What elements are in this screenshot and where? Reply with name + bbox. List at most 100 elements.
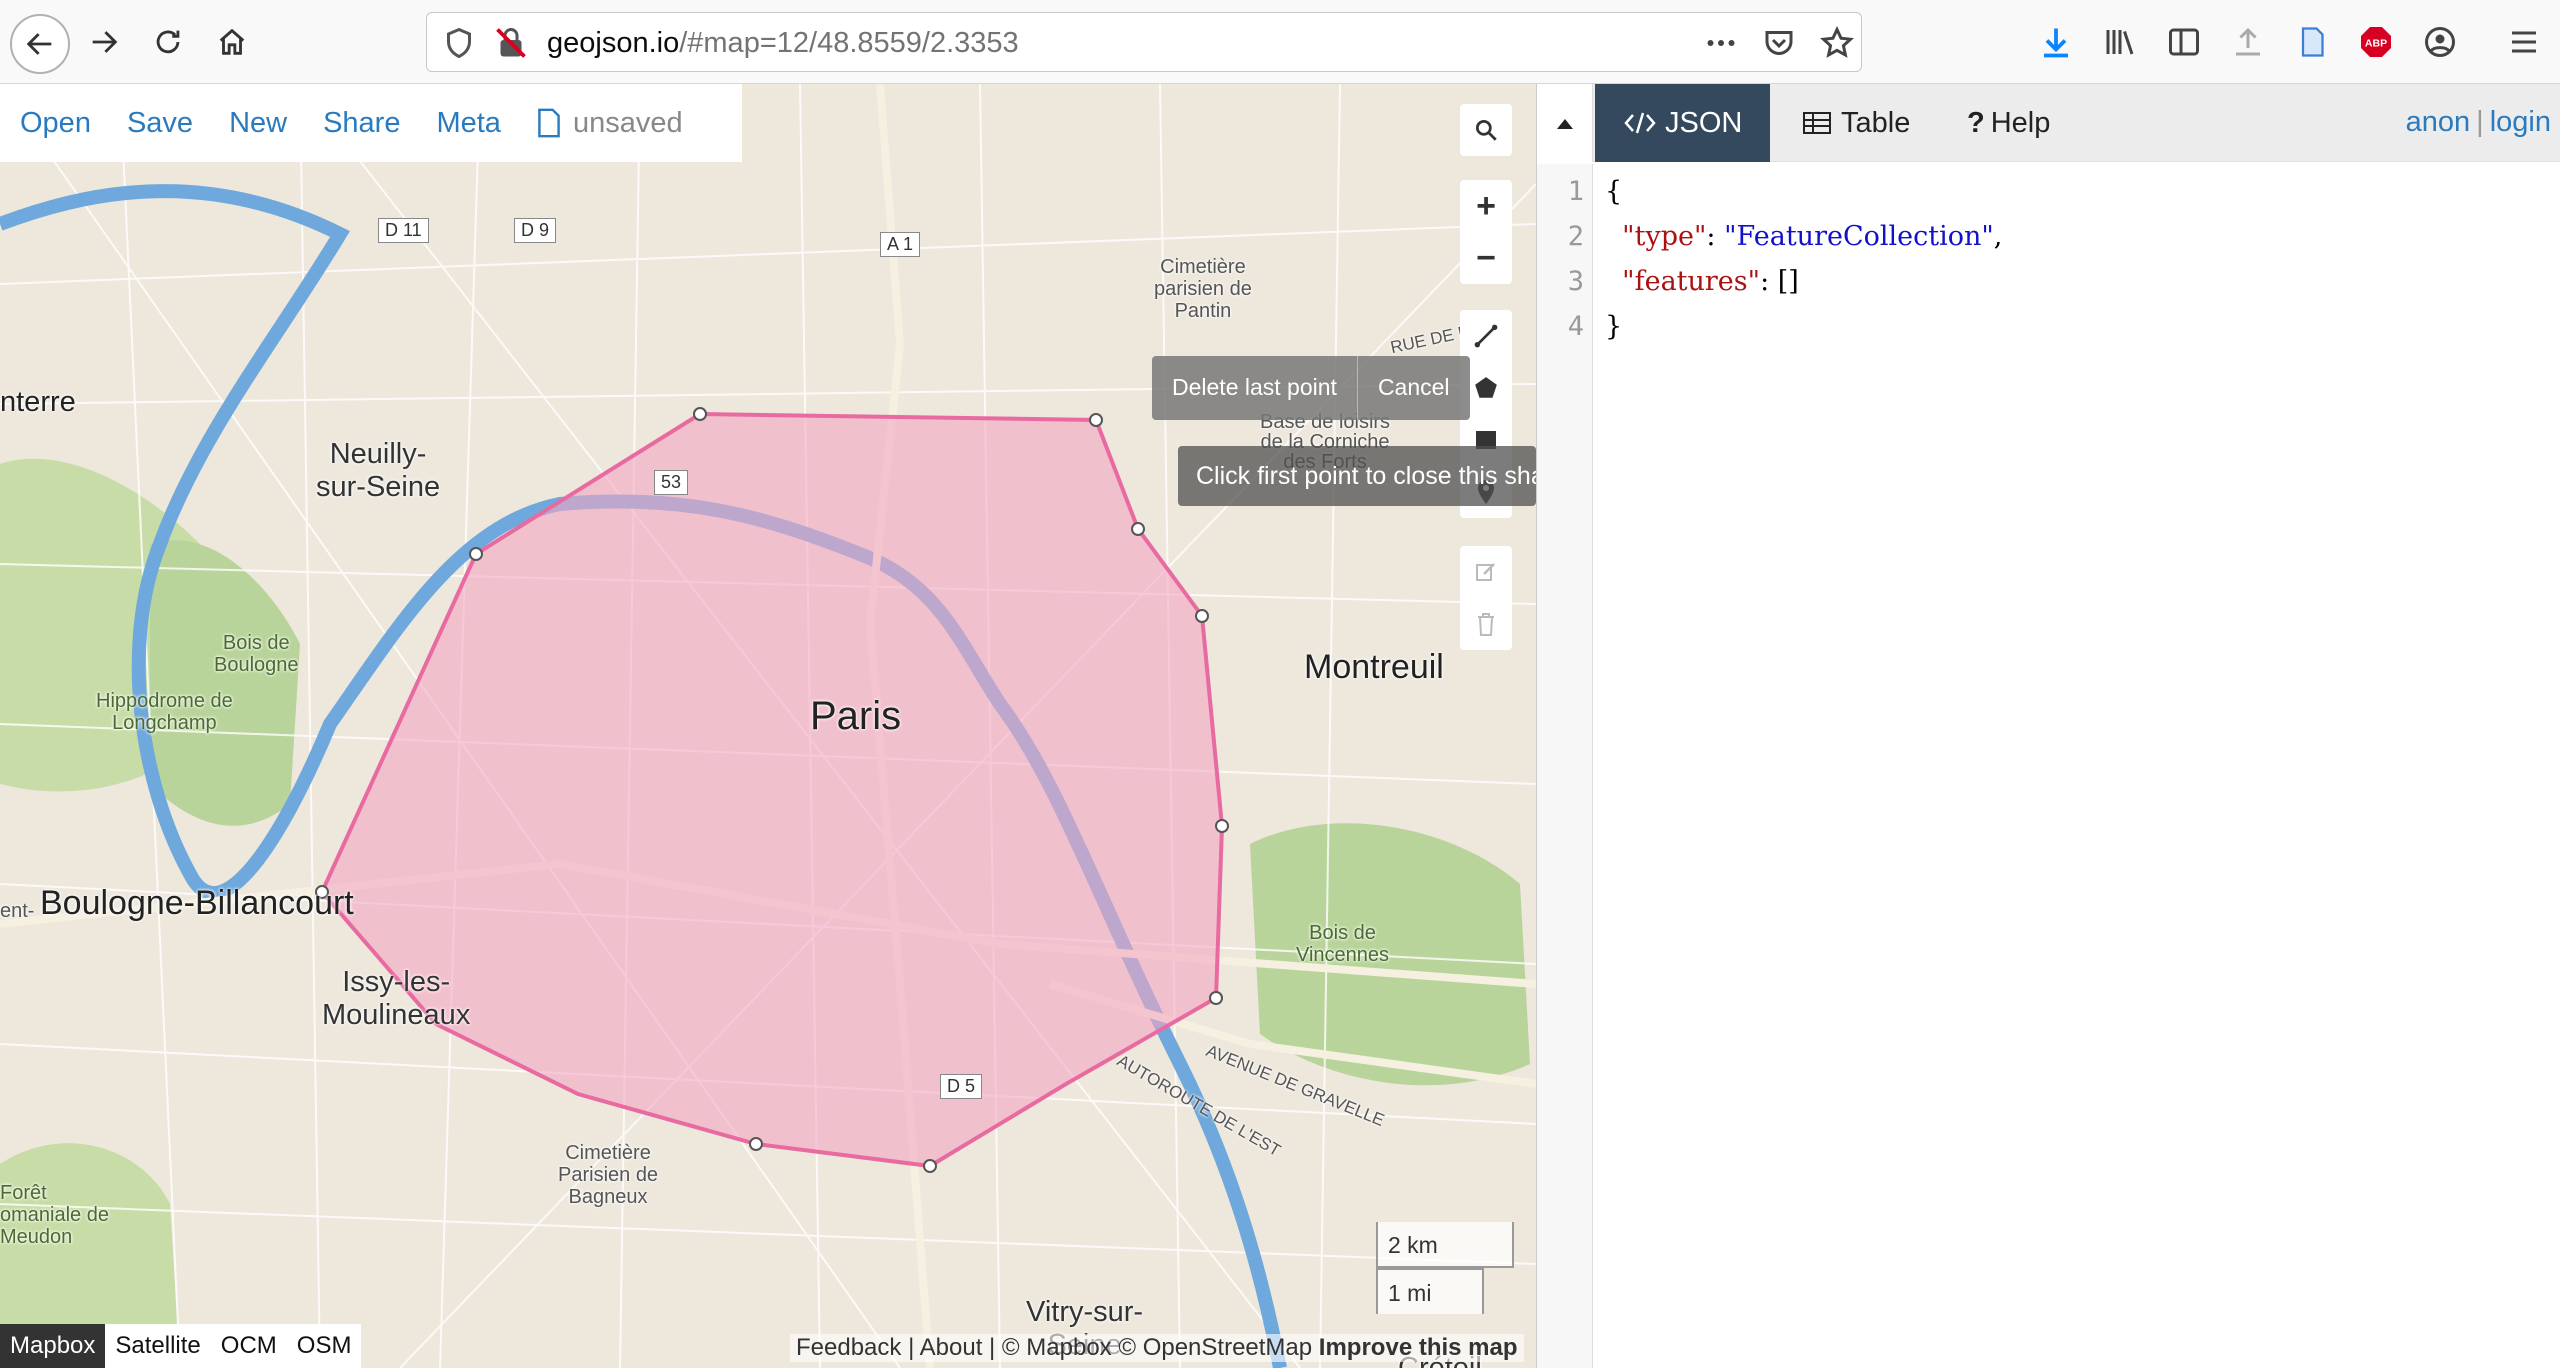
tab-json[interactable]: JSON <box>1595 84 1771 162</box>
library-icon[interactable] <box>2100 22 2140 62</box>
link-separator: | <box>2476 106 2484 138</box>
road-shield: A 1 <box>880 232 921 257</box>
save-button[interactable]: Save <box>127 107 193 140</box>
delete-last-point-button[interactable]: Delete last point <box>1152 356 1358 420</box>
map-label-nanterre: nterre <box>0 386 76 418</box>
user-links: anon | login <box>2406 106 2551 139</box>
login-link[interactable]: login <box>2490 106 2551 138</box>
map-label-boulogne: Boulogne-Billancourt <box>40 884 354 922</box>
map-label-paris: Paris <box>810 694 902 738</box>
cancel-drawing-button[interactable]: Cancel <box>1358 356 1470 420</box>
line-number: 1 <box>1567 176 1584 207</box>
upload-icon[interactable] <box>2228 22 2268 62</box>
road-shield: D 5 <box>940 1074 983 1099</box>
json-editor[interactable]: 1 2 3 4 { "type": "FeatureCollection", "… <box>1537 164 2560 1368</box>
download-icon[interactable] <box>2036 22 2076 62</box>
map-view[interactable]: Paris Montreuil Boulogne-Billancourt nte… <box>0 84 1536 1368</box>
url-text[interactable]: geojson.io/#map=12/48.8559/2.3353 <box>547 27 1019 60</box>
reload-button[interactable] <box>140 14 196 70</box>
comma: , <box>1993 221 2003 252</box>
adblock-icon[interactable]: ABP <box>2356 22 2396 62</box>
tab-help[interactable]: ? Help <box>1939 84 2078 162</box>
account-icon[interactable] <box>2420 22 2460 62</box>
road-shield: D 11 <box>378 218 429 243</box>
map-label-cimetiere-bagneux: Cimetière Parisien de Bagneux <box>558 1142 659 1208</box>
draw-line-button[interactable] <box>1460 310 1512 362</box>
home-button[interactable] <box>204 14 260 70</box>
tab-help-label: Help <box>1990 106 2051 139</box>
new-button[interactable]: New <box>229 107 287 140</box>
code-line-2: "type": "FeatureCollection", <box>1605 221 2002 252</box>
scale-mi: 1 mi <box>1376 1268 1484 1314</box>
forward-button[interactable] <box>76 14 132 70</box>
polygon-icon <box>1475 377 1497 398</box>
file-icon <box>537 108 561 138</box>
layer-ocm[interactable]: OCM <box>211 1324 287 1368</box>
collapse-pane-button[interactable] <box>1537 84 1593 162</box>
map-attribution[interactable]: Feedback | About | © Mapbox © OpenStreet… <box>790 1334 1524 1362</box>
unsaved-status: unsaved <box>572 106 683 139</box>
layer-satellite[interactable]: Satellite <box>105 1324 210 1368</box>
svg-text:ABP: ABP <box>2365 38 2387 50</box>
code-line-3: "features": [] <box>1605 266 1799 297</box>
back-button[interactable] <box>10 14 70 74</box>
home-icon <box>219 28 245 55</box>
share-button[interactable]: Share <box>323 107 400 140</box>
sidebar-icon[interactable] <box>2164 22 2204 62</box>
anon-user-link[interactable]: anon <box>2406 106 2471 138</box>
delete-layers-button[interactable] <box>1460 598 1512 650</box>
table-icon <box>1803 112 1831 134</box>
edit-toolbar <box>1460 546 1512 650</box>
caret-up-icon <box>1556 119 1573 129</box>
improve-map-link[interactable]: Improve this map <box>1319 1334 1518 1361</box>
layer-osm[interactable]: OSM <box>287 1324 362 1368</box>
layer-switcher: Mapbox Satellite OCM OSM <box>0 1324 362 1368</box>
map-label-montreuil: Montreuil <box>1304 648 1444 686</box>
edit-icon <box>1476 563 1495 581</box>
line-number: 2 <box>1567 221 1584 252</box>
edit-layers-button[interactable] <box>1460 546 1512 598</box>
pane-tabs: JSON Table ? Help anon | login <box>1537 84 2560 162</box>
map-search-button[interactable] <box>1460 104 1512 156</box>
type-key: "type" <box>1622 221 1707 252</box>
meta-button[interactable]: Meta <box>436 107 500 140</box>
more-icon[interactable] <box>1703 25 1739 61</box>
question-icon: ? <box>1967 106 1985 139</box>
tab-table[interactable]: Table <box>1775 84 1938 162</box>
open-brace: { <box>1605 176 1623 207</box>
search-icon <box>1475 119 1497 141</box>
browser-toolbar: geojson.io/#map=12/48.8559/2.3353 ABP <box>0 0 2560 84</box>
arrow-left-icon <box>26 33 52 55</box>
zoom-in-button[interactable]: + <box>1460 180 1512 232</box>
colon: : <box>1706 221 1725 252</box>
pocket-icon[interactable] <box>1761 25 1797 61</box>
open-button[interactable]: Open <box>20 107 91 140</box>
close-brace: } <box>1605 311 1623 342</box>
menu-icon[interactable] <box>2504 22 2544 62</box>
map-label-hippodrome: Hippodrome de Longchamp <box>96 690 233 734</box>
star-icon[interactable] <box>1819 25 1855 61</box>
insecure-lock-icon[interactable] <box>493 25 529 61</box>
line-icon <box>1474 324 1498 348</box>
type-value: "FeatureCollection" <box>1724 221 1994 252</box>
road-shield: 53 <box>654 470 689 495</box>
line-number: 3 <box>1567 266 1584 297</box>
tab-table-label: Table <box>1841 106 1911 139</box>
zoom-out-button[interactable]: − <box>1460 232 1512 284</box>
map-label-bois-boulogne: Bois de Boulogne <box>214 632 299 676</box>
draw-actions: Delete last point Cancel <box>1152 356 1470 420</box>
url-bar[interactable]: geojson.io/#map=12/48.8559/2.3353 <box>426 12 1862 72</box>
document-icon[interactable] <box>2292 22 2332 62</box>
map-label-issy: Issy-les- Moulineaux <box>322 966 471 1031</box>
features-value: [] <box>1777 266 1799 297</box>
road-shield: D 9 <box>514 218 557 243</box>
map-label-bois-vincennes: Bois de Vincennes <box>1296 922 1390 966</box>
code-icon <box>1624 112 1656 134</box>
draw-hint-tooltip: Click first point to close this shape <box>1178 446 1536 506</box>
map-menu: Open Save New Share Meta unsaved <box>0 84 742 162</box>
features-key: "features" <box>1622 266 1761 297</box>
shield-icon[interactable] <box>441 25 477 61</box>
scale-km: 2 km <box>1376 1222 1514 1268</box>
layer-mapbox[interactable]: Mapbox <box>0 1324 106 1368</box>
attribution-text[interactable]: Feedback | About | © Mapbox © OpenStreet… <box>796 1334 1312 1361</box>
